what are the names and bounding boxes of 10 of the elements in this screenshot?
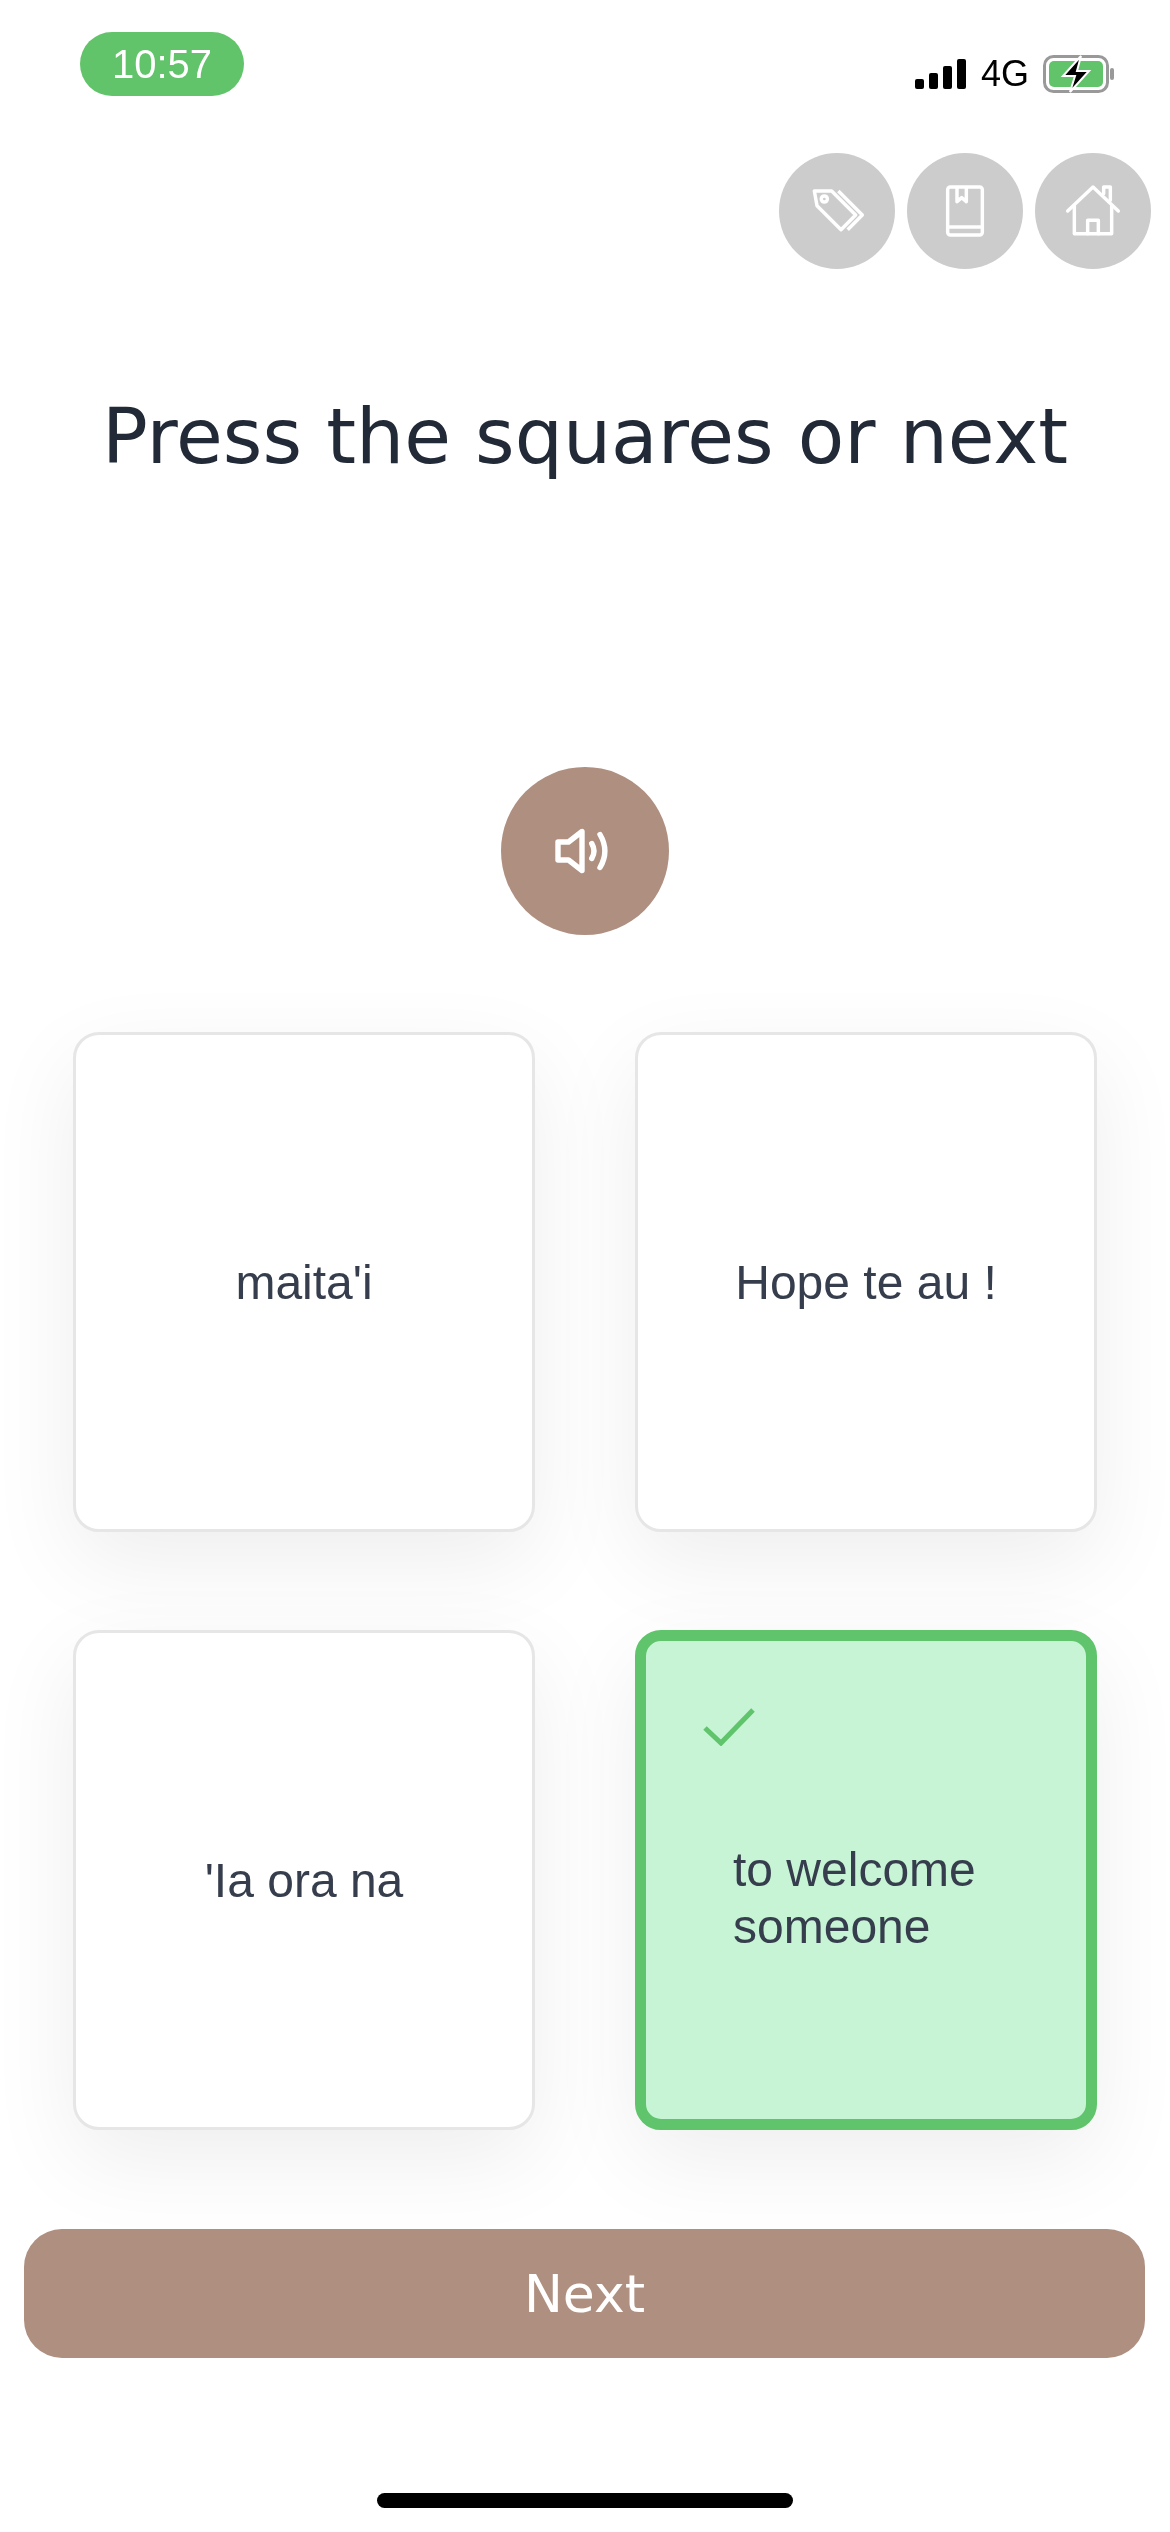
- answer-card[interactable]: Hope te au !: [635, 1032, 1097, 1532]
- status-time: 10:57: [80, 32, 245, 96]
- answer-card[interactable]: to welcome someone: [635, 1630, 1097, 2130]
- battery-charging-icon: [1043, 55, 1115, 93]
- signal-icon: [914, 59, 967, 89]
- instruction-title: Press the squares or next: [101, 391, 1069, 483]
- network-label: 4G: [980, 54, 1029, 94]
- checkmark-icon: [702, 1706, 756, 1746]
- answer-card[interactable]: 'Ia ora na: [73, 1630, 535, 2130]
- answer-card[interactable]: maita'i: [73, 1032, 535, 1532]
